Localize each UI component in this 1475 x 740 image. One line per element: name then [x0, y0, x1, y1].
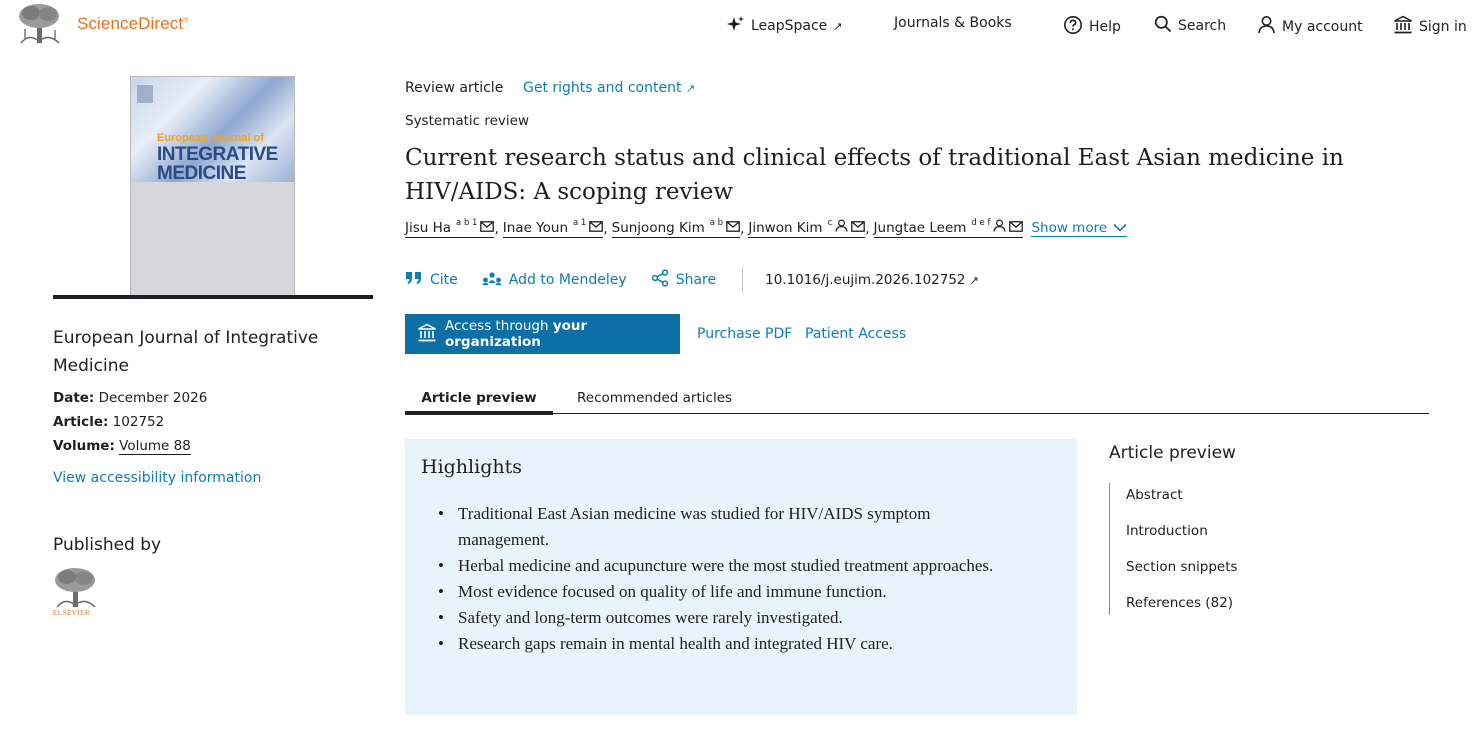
author-link[interactable]: Inae Youn a 1 [502, 218, 604, 238]
show-more-authors-button[interactable]: Show more [1031, 220, 1128, 237]
access-through-organization-button[interactable]: Access through your organization [405, 314, 680, 354]
toc-item-references[interactable]: References (82) [1126, 595, 1233, 611]
nav-leapspace[interactable]: LeapSpace ↗ [726, 15, 843, 37]
institution-icon [1393, 15, 1413, 38]
tab-article-preview[interactable]: Article preview [405, 390, 553, 406]
nav-help-label: Help [1089, 19, 1121, 35]
author-link[interactable]: Jisu Ha a b 1 [405, 218, 495, 238]
author-separator: , [494, 220, 499, 237]
nav-journals-label: Journals & Books [894, 15, 1012, 31]
highlights-title: Highlights [421, 456, 522, 478]
author-separator: , [740, 220, 745, 237]
envelope-icon [1009, 220, 1024, 236]
person-icon [835, 219, 848, 236]
sciencedirect-brand[interactable]: ScienceDirect® [77, 14, 188, 34]
list-item: Most evidence focused on quality of life… [438, 579, 1018, 605]
list-item: Traditional East Asian medicine was stud… [438, 501, 1018, 553]
share-icon [651, 269, 669, 291]
cover-divider [53, 295, 373, 299]
nav-journals-books[interactable]: Journals & Books [894, 15, 1012, 31]
accessibility-info-link[interactable]: View accessibility information [53, 470, 261, 486]
search-icon [1154, 15, 1172, 37]
cover-title-line1: European Journal of [157, 132, 264, 144]
meta-date: Date: December 2026 [53, 390, 208, 406]
article-subtype: Systematic review [405, 113, 530, 129]
list-item: Herbal medicine and acupuncture were the… [438, 553, 1018, 579]
external-arrow-icon: ↗ [969, 273, 979, 287]
institution-icon [417, 323, 437, 346]
user-icon [1257, 15, 1276, 38]
cite-button[interactable]: Cite [405, 271, 458, 289]
author-link[interactable]: Sunjoong Kim a b [611, 218, 741, 238]
highlights-list: Traditional East Asian medicine was stud… [438, 501, 1018, 657]
purchase-pdf-link[interactable]: Purchase PDF [697, 326, 792, 342]
publisher-wordmark: ELSEVIER [53, 609, 91, 617]
toc-item-introduction[interactable]: Introduction [1126, 523, 1208, 539]
nav-search-label: Search [1178, 18, 1227, 34]
external-arrow-icon: ↗ [833, 19, 843, 33]
cover-title-line2: INTEGRATIVE MEDICINE [157, 144, 278, 184]
nav-help[interactable]: Help [1063, 15, 1121, 39]
nav-my-account-label: My account [1282, 18, 1363, 35]
cover-publisher-mark [137, 85, 153, 103]
tab-recommended-articles[interactable]: Recommended articles [577, 390, 732, 406]
toc-item-section-snippets[interactable]: Section snippets [1126, 559, 1238, 575]
envelope-icon [726, 220, 740, 236]
mendeley-icon [482, 271, 502, 289]
quote-icon [405, 271, 423, 289]
envelope-icon [851, 220, 866, 236]
nav-leapspace-label: LeapSpace [751, 18, 828, 34]
nav-search[interactable]: Search [1154, 15, 1226, 37]
nav-sign-in[interactable]: Sign in [1393, 15, 1467, 38]
actions-divider [742, 268, 744, 292]
elsevier-tree-logo[interactable] [17, 3, 63, 45]
toc-title: Article preview [1109, 443, 1236, 463]
journal-cover[interactable]: European Journal of INTEGRATIVE MEDICINE [130, 76, 295, 296]
author-separator: , [603, 220, 608, 237]
list-item: Research gaps remain in mental health an… [438, 631, 1018, 657]
chevron-down-icon [1113, 220, 1127, 236]
highlights-box: Highlights Traditional East Asian medici… [405, 439, 1077, 715]
envelope-icon [589, 220, 604, 236]
author-link[interactable]: Jinwon Kim c [748, 218, 866, 238]
nav-my-account[interactable]: My account [1257, 15, 1363, 38]
external-arrow-icon: ↗ [685, 82, 696, 95]
author-separator: , [865, 220, 870, 237]
list-item: Safety and long-term outcomes were rarel… [438, 605, 1018, 631]
sparkle-icon [726, 15, 745, 37]
nav-sign-in-label: Sign in [1419, 18, 1467, 35]
envelope-icon [480, 220, 495, 236]
volume-link[interactable]: Volume 88 [119, 438, 191, 455]
article-title: Current research status and clinical eff… [405, 145, 1344, 205]
patient-access-link[interactable]: Patient Access [805, 326, 906, 342]
toc-item-abstract[interactable]: Abstract [1126, 487, 1183, 503]
toc-rail [1109, 483, 1110, 615]
journal-name[interactable]: European Journal of Integrative Medicine [53, 324, 353, 380]
help-icon [1063, 15, 1083, 39]
meta-volume: Volume: Volume 88 [53, 438, 191, 455]
person-icon [993, 219, 1007, 236]
rights-content-link[interactable]: Get rights and content ↗ [523, 80, 695, 96]
author-link[interactable]: Jungtae Leem d e f [873, 218, 1024, 238]
doi-link[interactable]: 10.1016/j.eujim.2026.102752 ↗ [765, 272, 979, 288]
meta-article: Article: 102752 [53, 414, 165, 430]
tabs-baseline [405, 413, 1429, 414]
article-actions: Cite Add to Mendeley Share 10.1016/j.euj… [405, 268, 979, 292]
add-to-mendeley-button[interactable]: Add to Mendeley [482, 271, 627, 289]
share-button[interactable]: Share [651, 269, 716, 291]
author-list: Jisu Ha a b 1 , Inae Youn a 1 , Sunjoong K… [405, 218, 1128, 238]
published-by-heading: Published by [53, 535, 162, 555]
article-type: Review article [405, 80, 504, 96]
active-tab-indicator [405, 411, 553, 415]
